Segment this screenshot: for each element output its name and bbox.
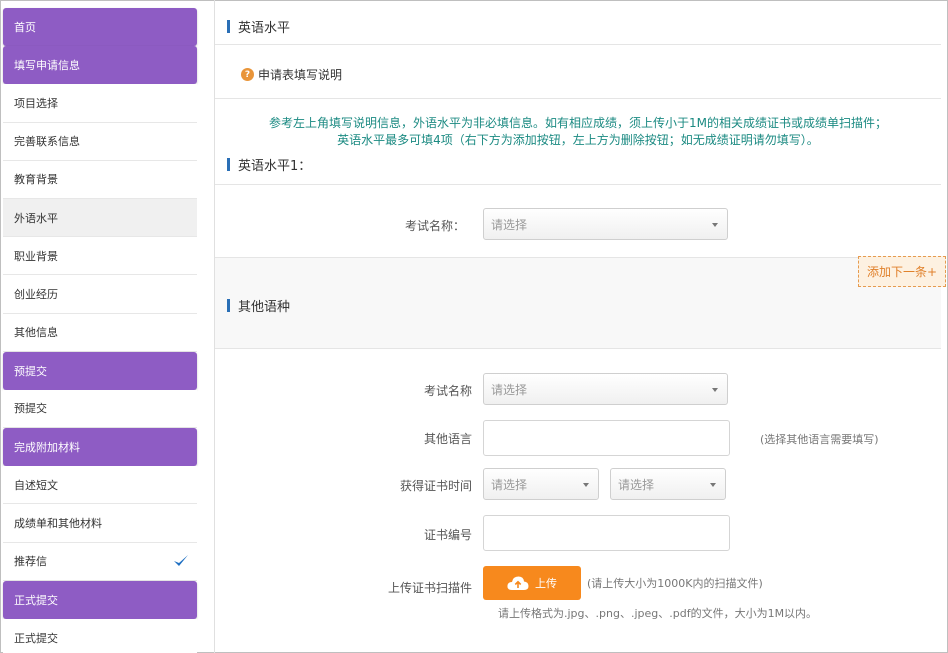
divider	[215, 44, 941, 45]
other-language-input[interactable]	[483, 420, 730, 456]
sidebar-item-label: 项目选择	[14, 96, 58, 110]
select-placeholder: 请选择	[491, 477, 528, 492]
sidebar-item[interactable]: 成绩单和其他材料	[3, 504, 197, 543]
help-link[interactable]: ? 申请表填写说明	[241, 66, 342, 83]
cert-number-label: 证书编号	[423, 528, 472, 542]
other-exam-name-select[interactable]: 请选择	[483, 373, 728, 405]
sidebar-item[interactable]: 其他信息	[3, 313, 197, 352]
section-title-other-language: 其他语种	[227, 296, 290, 315]
exam-name-label: 考试名称：	[404, 219, 465, 233]
sidebar-group-header[interactable]: 完成附加材料	[3, 428, 197, 467]
divider	[215, 348, 941, 349]
section-band	[215, 257, 941, 349]
other-language-hint: (选择其他语言需要填写)	[760, 433, 879, 446]
checkmark-icon	[174, 554, 188, 566]
sidebar-item-label: 完成附加材料	[14, 441, 80, 455]
sidebar-item[interactable]: 外语水平	[3, 198, 197, 238]
chevron-down-icon	[712, 388, 718, 392]
section-title-text: 其他语种	[238, 300, 291, 315]
section-accent-bar	[227, 158, 230, 171]
sidebar-group-header[interactable]: 首页	[3, 8, 197, 47]
sidebar-item[interactable]: 自述短文	[3, 466, 197, 505]
sidebar-group-header[interactable]: 正式提交	[3, 580, 197, 619]
sidebar-item[interactable]: 预提交	[3, 389, 197, 429]
sidebar-nav: 首页填写申请信息 项目选择完善联系信息 教育背景外语水平职业背景创业经历其他信息预提…	[3, 8, 197, 653]
main-content: 英语水平 ? 申请表填写说明 参考左上角填写说明信息，外语水平为非必填信息。如有…	[215, 0, 946, 653]
sidebar-item-label: 外语水平	[14, 211, 58, 225]
cloud-upload-icon	[507, 576, 529, 590]
select-placeholder: 请选择	[491, 217, 528, 232]
sidebar-item[interactable]: 创业经历	[3, 275, 197, 314]
sidebar-item-label: 预提交	[14, 364, 47, 378]
divider	[215, 257, 941, 258]
add-next-button[interactable]: 添加下一条+	[858, 256, 946, 287]
chevron-down-icon	[712, 223, 718, 227]
notice-line-1: 参考左上角填写说明信息，外语水平为非必填信息。如有相应成绩，须上传小于1M的相关…	[269, 116, 887, 130]
sidebar-item-label: 正式提交	[14, 631, 58, 645]
other-language-label: 其他语言	[423, 432, 472, 446]
sidebar-item-label: 预提交	[14, 402, 47, 416]
sidebar-item-label: 完善联系信息	[14, 135, 80, 149]
help-link-text: 申请表填写说明	[258, 68, 343, 82]
sidebar-item-label: 首页	[14, 21, 36, 35]
sidebar-item[interactable]: 完善联系信息	[3, 122, 197, 161]
select-placeholder: 请选择	[618, 477, 655, 492]
cert-year-select[interactable]: 请选择	[483, 468, 599, 500]
section-title-text: 英语水平	[238, 21, 291, 36]
sidebar-item-label: 正式提交	[14, 593, 58, 607]
upload-label: 上传证书扫描件	[387, 581, 472, 595]
section-title-english-1: 英语水平1：	[227, 155, 311, 174]
section-title-english: 英语水平	[227, 17, 290, 36]
divider	[215, 98, 941, 99]
upload-button[interactable]: 上传	[483, 566, 581, 600]
question-icon: ?	[241, 68, 254, 81]
notice-line-2: 英语水平最多可填4项（右下方为添加按钮，左上方为删除按钮；如无成绩证明请勿填写）…	[337, 133, 819, 147]
sidebar-item-label: 创业经历	[14, 287, 58, 301]
sidebar-item[interactable]: 职业背景	[3, 237, 197, 276]
cert-time-label: 获得证书时间	[399, 479, 472, 493]
sidebar-item-label: 其他信息	[14, 326, 58, 340]
sidebar-item[interactable]: 推荐信	[3, 542, 197, 581]
sidebar-group-header[interactable]: 预提交	[3, 351, 197, 390]
upload-format-hint: 请上传格式为.jpg、.png、.jpeg、.pdf的文件，大小为1M以内。	[498, 607, 818, 620]
sidebar-item[interactable]: 项目选择	[3, 84, 197, 123]
cert-month-select[interactable]: 请选择	[610, 468, 726, 500]
select-placeholder: 请选择	[491, 382, 528, 397]
upload-size-hint: (请上传大小为1000K内的扫描文件)	[587, 577, 763, 590]
chevron-down-icon	[583, 483, 589, 487]
sidebar-item-label: 职业背景	[14, 249, 58, 263]
sidebar-item[interactable]: 正式提交	[3, 619, 197, 653]
sidebar-group-header[interactable]: 填写申请信息	[3, 46, 197, 85]
exam-name-select[interactable]: 请选择	[483, 208, 728, 240]
chevron-down-icon	[710, 483, 716, 487]
other-exam-name-label: 考试名称	[423, 384, 472, 398]
upload-button-label: 上传	[535, 577, 557, 590]
section-accent-bar	[227, 299, 230, 312]
sidebar-item-label: 填写申请信息	[14, 59, 80, 73]
sidebar-item[interactable]: 教育背景	[3, 160, 197, 199]
sidebar-item-label: 推荐信	[14, 555, 47, 569]
section-accent-bar	[227, 20, 230, 33]
divider	[215, 184, 941, 185]
sidebar-item-label: 成绩单和其他材料	[14, 517, 102, 531]
sidebar-item-label: 自述短文	[14, 478, 58, 492]
section-title-text: 英语水平1：	[238, 159, 312, 174]
cert-number-input[interactable]	[483, 515, 730, 551]
sidebar-item-label: 教育背景	[14, 173, 58, 187]
